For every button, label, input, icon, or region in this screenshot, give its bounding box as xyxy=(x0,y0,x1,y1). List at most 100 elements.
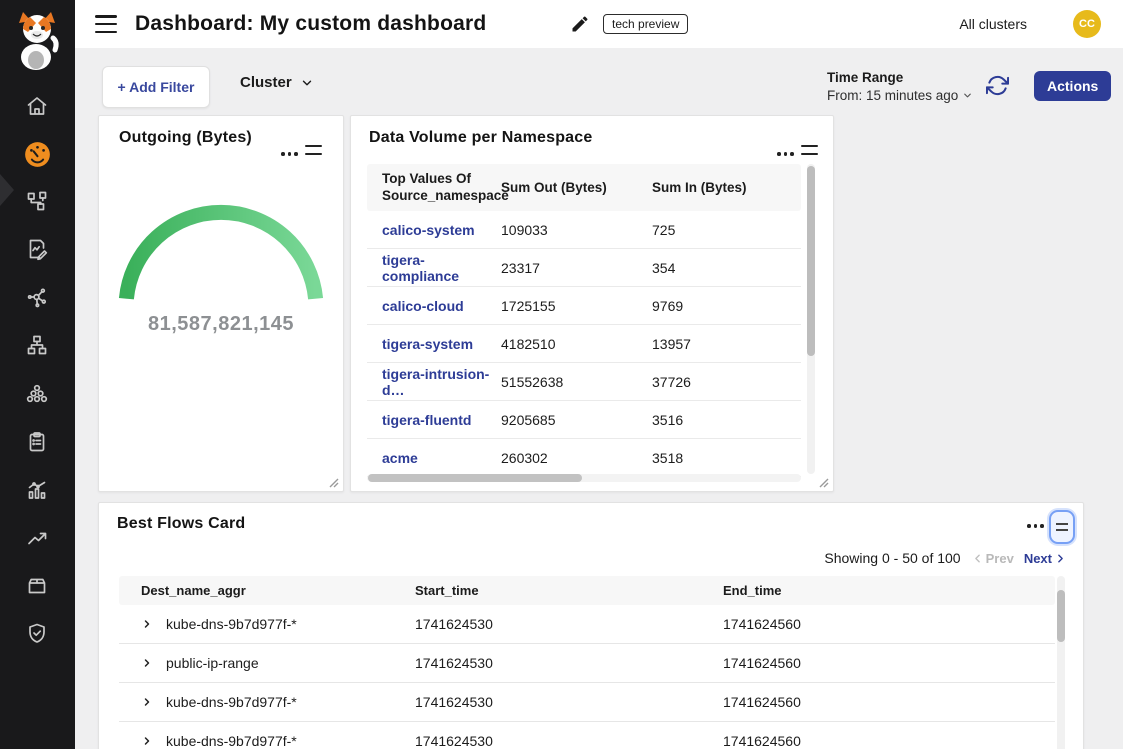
expand-row-icon[interactable] xyxy=(141,735,153,747)
sum-out-value: 23317 xyxy=(501,260,652,276)
table-row: tigera-intrusion-d… 51552638 37726 xyxy=(367,363,801,401)
expand-row-icon[interactable] xyxy=(141,618,153,630)
sidebar-item-reports-clipboard[interactable] xyxy=(23,428,51,456)
chevron-down-icon xyxy=(300,76,314,90)
sum-in-value: 354 xyxy=(652,260,801,276)
table-row: calico-cloud 1725155 9769 xyxy=(367,287,801,325)
actions-button[interactable]: Actions xyxy=(1034,71,1111,101)
namespace-link[interactable]: tigera-system xyxy=(382,336,473,352)
data-volume-card: Data Volume per Namespace Top Values Of … xyxy=(350,115,834,492)
sidebar-item-workload-cluster[interactable] xyxy=(23,380,51,408)
horizontal-scrollbar-track xyxy=(367,474,801,482)
sum-out-value: 9205685 xyxy=(501,412,652,428)
vertical-scrollbar-thumb[interactable] xyxy=(807,166,815,356)
sidebar-item-home[interactable] xyxy=(23,92,51,120)
expand-row-icon[interactable] xyxy=(141,657,153,669)
sum-out-value: 51552638 xyxy=(501,374,652,390)
showing-count: Showing 0 - 50 of 100 xyxy=(824,550,960,566)
sidebar-nav xyxy=(0,0,75,749)
namespace-link[interactable]: calico-cloud xyxy=(382,298,464,314)
namespace-table: Top Values Of Source_namespace Sum Out (… xyxy=(367,164,801,477)
namespace-link[interactable]: tigera-fluentd xyxy=(382,412,471,428)
dest-name: public-ip-range xyxy=(166,655,259,671)
end-time: 1741624560 xyxy=(723,694,1055,710)
top-bar: Dashboard: My custom dashboard tech prev… xyxy=(75,0,1123,48)
prev-button[interactable]: Prev xyxy=(971,551,1014,566)
dest-name: kube-dns-9b7d977f-* xyxy=(166,694,297,710)
sum-out-value: 1725155 xyxy=(501,298,652,314)
gauge-value: 81,587,821,145 xyxy=(99,313,343,336)
vertical-scrollbar-track xyxy=(1057,576,1065,749)
table-row[interactable]: kube-dns-9b7d977f-* 1741624530 174162456… xyxy=(119,722,1055,749)
expand-row-icon[interactable] xyxy=(141,696,153,708)
gauge-arc xyxy=(111,159,331,319)
sum-out-value: 109033 xyxy=(501,222,652,238)
table-row: tigera-system 4182510 13957 xyxy=(367,325,801,363)
namespace-link[interactable]: tigera-intrusion-d… xyxy=(382,366,489,398)
card-drag-handle-icon[interactable] xyxy=(801,145,818,155)
dest-name: kube-dns-9b7d977f-* xyxy=(166,733,297,749)
card-title: Best Flows Card xyxy=(117,515,245,533)
chevron-left-icon xyxy=(971,552,984,565)
end-time: 1741624560 xyxy=(723,655,1055,671)
next-button[interactable]: Next xyxy=(1024,551,1067,566)
vertical-scrollbar-thumb[interactable] xyxy=(1057,590,1065,642)
sum-out-value: 260302 xyxy=(501,450,652,466)
column-header: End_time xyxy=(723,583,1055,598)
sidebar-item-statistics[interactable] xyxy=(23,476,51,504)
sidebar-item-trends[interactable] xyxy=(23,524,51,552)
end-time: 1741624560 xyxy=(723,616,1055,632)
sidebar-item-flow-logs[interactable] xyxy=(23,235,51,263)
sidebar-fold-decoration xyxy=(0,174,14,206)
time-range-control: Time Range From: 15 minutes ago xyxy=(827,70,973,103)
start-time: 1741624530 xyxy=(415,733,723,749)
cluster-filter-dropdown[interactable]: Cluster xyxy=(240,74,314,91)
sidebar-item-packages[interactable] xyxy=(23,572,51,600)
column-header: Sum Out (Bytes) xyxy=(501,180,652,195)
hamburger-menu-icon[interactable] xyxy=(95,15,117,33)
card-menu-icon[interactable] xyxy=(777,147,794,161)
card-drag-handle-icon-focused[interactable] xyxy=(1049,510,1075,544)
dashboard-app: Dashboard: My custom dashboard tech prev… xyxy=(0,0,1123,749)
namespace-link[interactable]: calico-system xyxy=(382,222,475,238)
start-time: 1741624530 xyxy=(415,694,723,710)
card-menu-icon[interactable] xyxy=(1027,519,1044,533)
edit-pencil-icon[interactable] xyxy=(570,14,590,34)
card-resize-handle[interactable] xyxy=(819,478,829,488)
sidebar-item-service-graph[interactable] xyxy=(23,187,51,215)
sidebar-item-network-hub[interactable] xyxy=(23,283,51,311)
table-row[interactable]: kube-dns-9b7d977f-* 1741624530 174162456… xyxy=(119,683,1055,722)
card-resize-handle[interactable] xyxy=(329,478,339,488)
namespace-link[interactable]: tigera-compliance xyxy=(382,252,459,284)
start-time: 1741624530 xyxy=(415,655,723,671)
add-filter-button[interactable]: + Add Filter xyxy=(102,66,210,108)
sidebar-item-dashboards-active[interactable] xyxy=(23,140,51,168)
horizontal-scrollbar-thumb[interactable] xyxy=(368,474,582,482)
calico-cat-logo-icon[interactable] xyxy=(11,8,63,75)
column-header: Start_time xyxy=(415,583,723,598)
dest-name: kube-dns-9b7d977f-* xyxy=(166,616,297,632)
card-title: Outgoing (Bytes) xyxy=(119,129,252,147)
tech-preview-badge: tech preview xyxy=(603,14,688,34)
chevron-right-icon xyxy=(1054,552,1067,565)
sidebar-item-sitemap[interactable] xyxy=(23,331,51,359)
sidebar-item-security-shield[interactable] xyxy=(23,619,51,647)
cluster-scope-selector[interactable]: All clusters xyxy=(959,0,1027,48)
vertical-scrollbar-track xyxy=(807,164,815,474)
table-row: calico-system 109033 725 xyxy=(367,211,801,249)
time-range-label: Time Range xyxy=(827,70,973,85)
sum-in-value: 9769 xyxy=(652,298,801,314)
time-range-value-dropdown[interactable]: From: 15 minutes ago xyxy=(827,88,973,103)
end-time: 1741624560 xyxy=(723,733,1055,749)
outgoing-bytes-card: Outgoing (Bytes) 81,587,821,145 xyxy=(98,115,344,492)
cluster-filter-label: Cluster xyxy=(240,74,292,91)
refresh-icon[interactable] xyxy=(986,74,1010,98)
sum-in-value: 37726 xyxy=(652,374,801,390)
table-row[interactable]: kube-dns-9b7d977f-* 1741624530 174162456… xyxy=(119,605,1055,644)
user-avatar[interactable]: CC xyxy=(1073,10,1101,38)
namespace-link[interactable]: acme xyxy=(382,450,418,466)
table-row[interactable]: public-ip-range 1741624530 1741624560 xyxy=(119,644,1055,683)
sum-in-value: 13957 xyxy=(652,336,801,352)
table-row: tigera-compliance 23317 354 xyxy=(367,249,801,287)
card-drag-handle-icon[interactable] xyxy=(305,145,322,155)
